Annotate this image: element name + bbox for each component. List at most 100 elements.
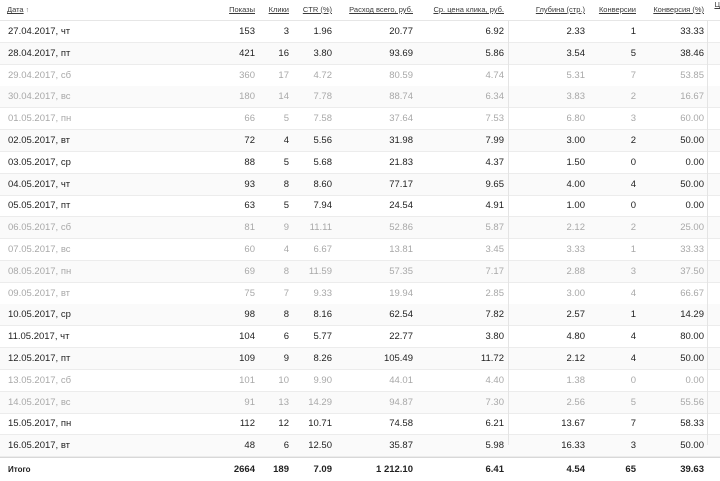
cell-conversions: 3 — [630, 440, 636, 452]
table-row[interactable]: 07.05.2017, вс 60 4 6.67 13.81 3.45 3.33 1 33.33 — [0, 239, 720, 261]
cell-conversions: 7 — [630, 418, 636, 430]
cell-impressions: 112 — [239, 418, 255, 430]
cell-spend: 44.01 — [389, 374, 413, 386]
cell-depth: 6.80 — [566, 113, 586, 125]
cell-clicks: 4 — [283, 135, 289, 146]
cell-conv-rate: 66.67 — [680, 287, 704, 299]
totals-conv-rate: 39.63 — [680, 464, 704, 475]
cell-conversions: 2 — [630, 222, 636, 234]
cell-cpc: 2.85 — [485, 287, 505, 299]
cell-date: 08.05.2017, пн — [8, 265, 72, 277]
cell-date: 11.05.2017, чт — [8, 331, 70, 343]
cell-clicks: 17 — [278, 69, 289, 81]
cell-conversions: 5 — [630, 396, 636, 408]
cell-conv-rate: 50.00 — [680, 353, 704, 364]
table-row[interactable]: 30.04.2017, вс 180 14 7.78 88.74 6.34 3.83 2 16.… — [0, 86, 720, 109]
cell-conversions: 4 — [630, 353, 636, 364]
cell-conv-rate: 33.33 — [680, 26, 704, 37]
cell-ctr: 1.96 — [313, 26, 333, 37]
table-row[interactable]: 10.05.2017, ср 98 8 8.16 62.54 7.82 2.57 1 14.29 — [0, 304, 720, 327]
cell-spend: 93.69 — [389, 47, 413, 59]
cell-conv-rate: 33.33 — [680, 244, 704, 255]
cell-clicks: 13 — [278, 396, 289, 408]
table-row[interactable]: 12.05.2017, пт 109 9 8.26 105.49 11.72 2.12 4 50… — [0, 348, 720, 370]
table-row[interactable]: 03.05.2017, ср 88 5 5.68 21.83 4.37 1.50 0 0.00 — [0, 152, 720, 174]
header-conv-rate[interactable]: Конверсия (%) — [653, 5, 704, 14]
cell-ctr: 12.50 — [308, 440, 332, 452]
table-row[interactable]: 11.05.2017, чт 104 6 5.77 22.77 3.80 4.80 4 80.0… — [0, 326, 720, 349]
cell-cpc: 7.17 — [485, 265, 505, 277]
cell-ctr: 4.72 — [313, 69, 333, 81]
cell-depth: 4.00 — [566, 178, 586, 190]
cell-conversions: 2 — [630, 135, 636, 146]
cell-impressions: 98 — [244, 309, 255, 321]
cell-depth: 1.50 — [566, 156, 586, 168]
cell-date: 16.05.2017, вт — [8, 440, 71, 452]
cell-conv-rate: 14.29 — [680, 309, 704, 321]
header-ctr[interactable]: CTR (%) — [303, 5, 332, 14]
cell-conversions: 3 — [630, 113, 636, 125]
sort-ascending-icon[interactable]: ↑ — [26, 7, 30, 14]
cell-clicks: 6 — [283, 331, 289, 343]
header-conversions[interactable]: Конверсии — [599, 5, 636, 14]
table-row[interactable]: 02.05.2017, вт 72 4 5.56 31.98 7.99 3.00 2 50.00 — [0, 130, 720, 152]
cell-impressions: 75 — [244, 287, 255, 299]
cell-date: 14.05.2017, вс — [8, 396, 71, 408]
table-row[interactable]: 05.05.2017, пт 63 5 7.94 24.54 4.91 1.00 0 0.00 — [0, 195, 720, 218]
header-cut-column[interactable]: Ц — [714, 0, 720, 9]
cell-impressions: 48 — [244, 440, 255, 452]
cell-spend: 35.87 — [389, 440, 413, 452]
cell-impressions: 101 — [239, 374, 255, 386]
cell-spend: 52.86 — [389, 222, 413, 234]
cell-conversions: 5 — [630, 47, 636, 59]
cell-conversions: 3 — [630, 265, 636, 277]
cell-cpc: 3.45 — [485, 244, 505, 255]
table-row[interactable]: 15.05.2017, пн 112 12 10.71 74.58 6.21 13.67 7 5… — [0, 413, 720, 436]
column-divider — [707, 20, 708, 445]
cell-conversions: 1 — [630, 309, 636, 321]
header-spend[interactable]: Расход всего, руб. — [349, 5, 413, 14]
cell-conv-rate: 58.33 — [680, 418, 704, 430]
table-header: Дата ↑ Показы Клики CTR (%) Расход всего,… — [0, 0, 720, 21]
cell-ctr: 7.94 — [313, 200, 333, 212]
table-row[interactable]: 28.04.2017, пт 421 16 3.80 93.69 5.86 3.54 5 38.… — [0, 42, 720, 65]
cell-clicks: 7 — [283, 287, 289, 299]
header-clicks[interactable]: Клики — [269, 5, 289, 14]
cell-conv-rate: 53.85 — [680, 69, 704, 81]
table-row[interactable]: 29.04.2017, сб 360 17 4.72 80.59 4.74 5.31 7 53.… — [0, 65, 720, 87]
cell-depth: 3.00 — [566, 135, 586, 146]
table-row[interactable]: 04.05.2017, чт 93 8 8.60 77.17 9.65 4.00 4 50.00 — [0, 173, 720, 196]
cell-depth: 2.12 — [566, 222, 586, 234]
table-row[interactable]: 14.05.2017, вс 91 13 14.29 94.87 7.30 2.56 5 55.… — [0, 391, 720, 414]
cell-conv-rate: 50.00 — [680, 440, 704, 452]
cell-conv-rate: 0.00 — [685, 156, 705, 168]
table-row[interactable]: 06.05.2017, сб 81 9 11.11 52.86 5.87 2.12 2 25.0… — [0, 217, 720, 240]
table-row[interactable]: 09.05.2017, вт 75 7 9.33 19.94 2.85 3.00 4 66.67 — [0, 283, 720, 305]
cell-depth: 3.54 — [566, 47, 586, 59]
cell-date: 13.05.2017, сб — [8, 374, 72, 386]
cell-cpc: 7.53 — [485, 113, 505, 125]
table-row[interactable]: 01.05.2017, пн 66 5 7.58 37.64 7.53 6.80 3 60.00 — [0, 108, 720, 131]
header-depth[interactable]: Глубина (стр.) — [536, 5, 585, 14]
stats-table: Дата ↑ Показы Клики CTR (%) Расход всего,… — [0, 0, 720, 481]
table-row[interactable]: 27.04.2017, чт 153 3 1.96 20.77 6.92 2.33 1 33.3… — [0, 21, 720, 43]
cell-impressions: 81 — [244, 222, 255, 234]
table-row[interactable]: 16.05.2017, вт 48 6 12.50 35.87 5.98 16.33 3 50.… — [0, 435, 720, 458]
cell-depth: 3.83 — [566, 91, 586, 103]
header-impressions[interactable]: Показы — [229, 5, 255, 14]
cell-spend: 77.17 — [389, 178, 413, 190]
header-cpc[interactable]: Ср. цена клика, руб. — [433, 5, 504, 14]
cell-date: 03.05.2017, ср — [8, 156, 71, 168]
totals-cpc: 6.41 — [485, 464, 505, 475]
cell-depth: 2.57 — [566, 309, 586, 321]
cell-ctr: 7.58 — [313, 113, 333, 125]
table-row[interactable]: 13.05.2017, сб 101 10 9.90 44.01 4.40 1.38 0 0.0… — [0, 370, 720, 392]
cell-spend: 31.98 — [389, 135, 413, 146]
totals-label: Итого — [8, 465, 31, 474]
cell-clicks: 8 — [283, 178, 289, 190]
cell-clicks: 10 — [278, 374, 289, 386]
cell-spend: 20.77 — [389, 26, 413, 37]
header-date[interactable]: Дата ↑ — [7, 5, 29, 14]
table-row[interactable]: 08.05.2017, пн 69 8 11.59 57.35 7.17 2.88 3 37.5… — [0, 260, 720, 283]
column-divider — [508, 20, 509, 445]
